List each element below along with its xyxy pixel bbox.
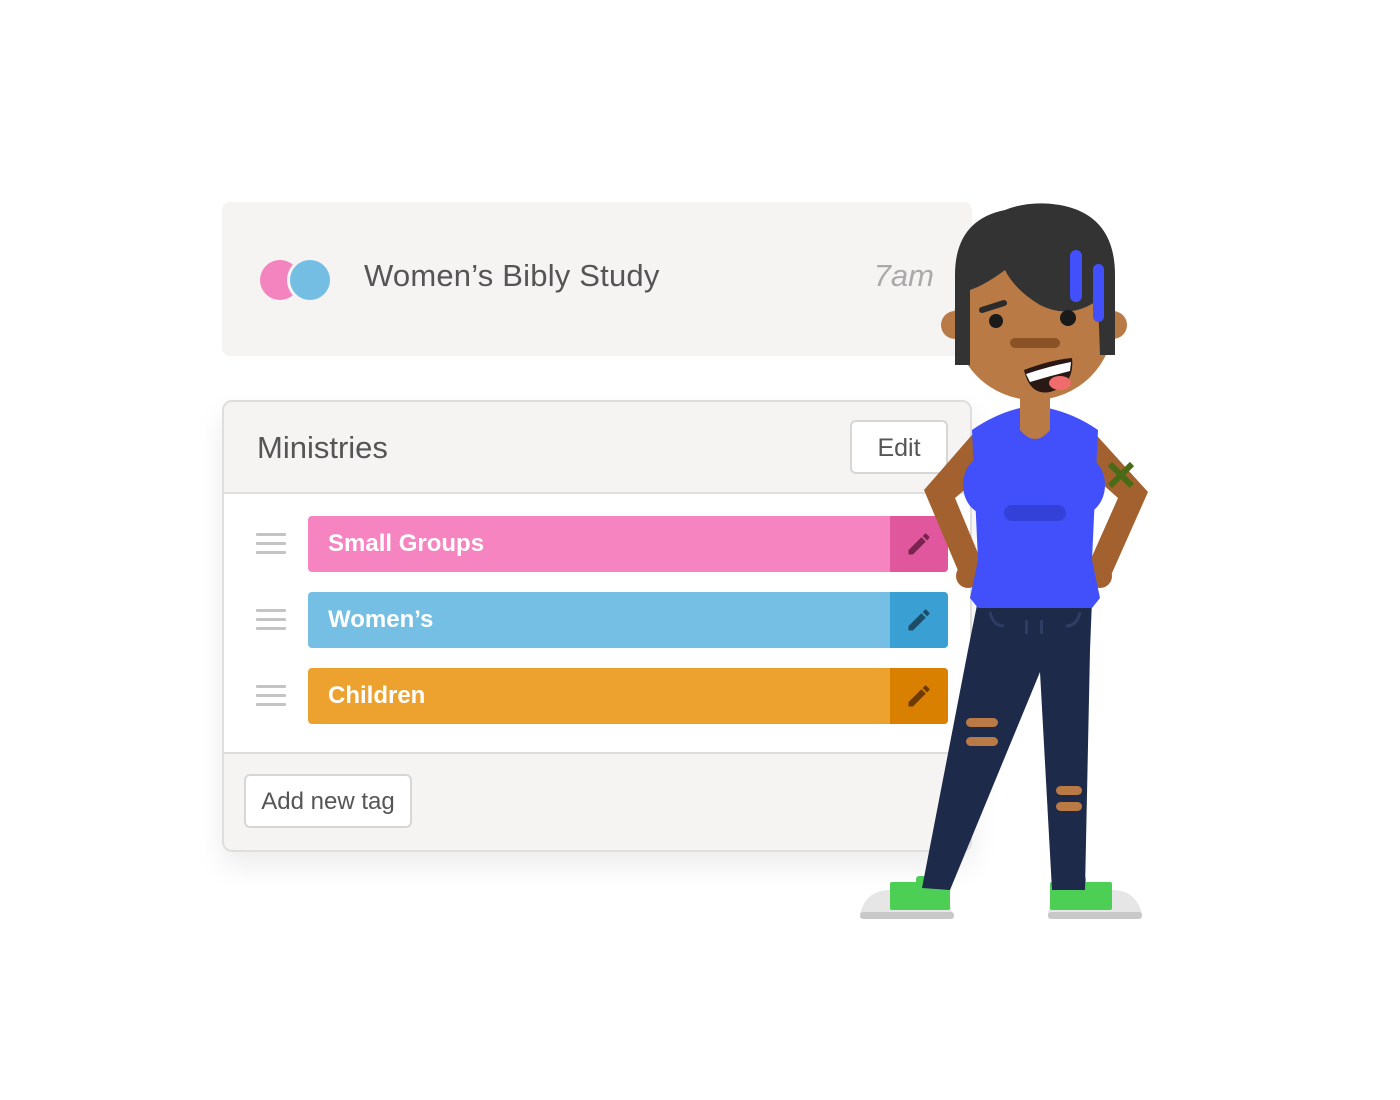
event-tag-dots bbox=[260, 260, 332, 300]
jeans bbox=[922, 600, 1092, 890]
shoes bbox=[860, 876, 1142, 919]
event-title: Women’s Bibly Study bbox=[364, 258, 660, 293]
drag-handle-icon[interactable] bbox=[256, 609, 286, 631]
tag-label: Small Groups bbox=[328, 530, 485, 557]
drag-handle-icon[interactable] bbox=[256, 533, 286, 555]
drag-handle-icon[interactable] bbox=[256, 685, 286, 707]
blue-tag-dot bbox=[290, 260, 330, 300]
head bbox=[941, 203, 1127, 400]
add-new-tag-button[interactable]: Add new tag bbox=[244, 774, 412, 828]
tag-label: Children bbox=[328, 682, 426, 709]
woman-illustration bbox=[860, 203, 1148, 919]
tag-label: Women’s bbox=[328, 606, 434, 633]
ministries-title: Ministries bbox=[257, 430, 388, 465]
